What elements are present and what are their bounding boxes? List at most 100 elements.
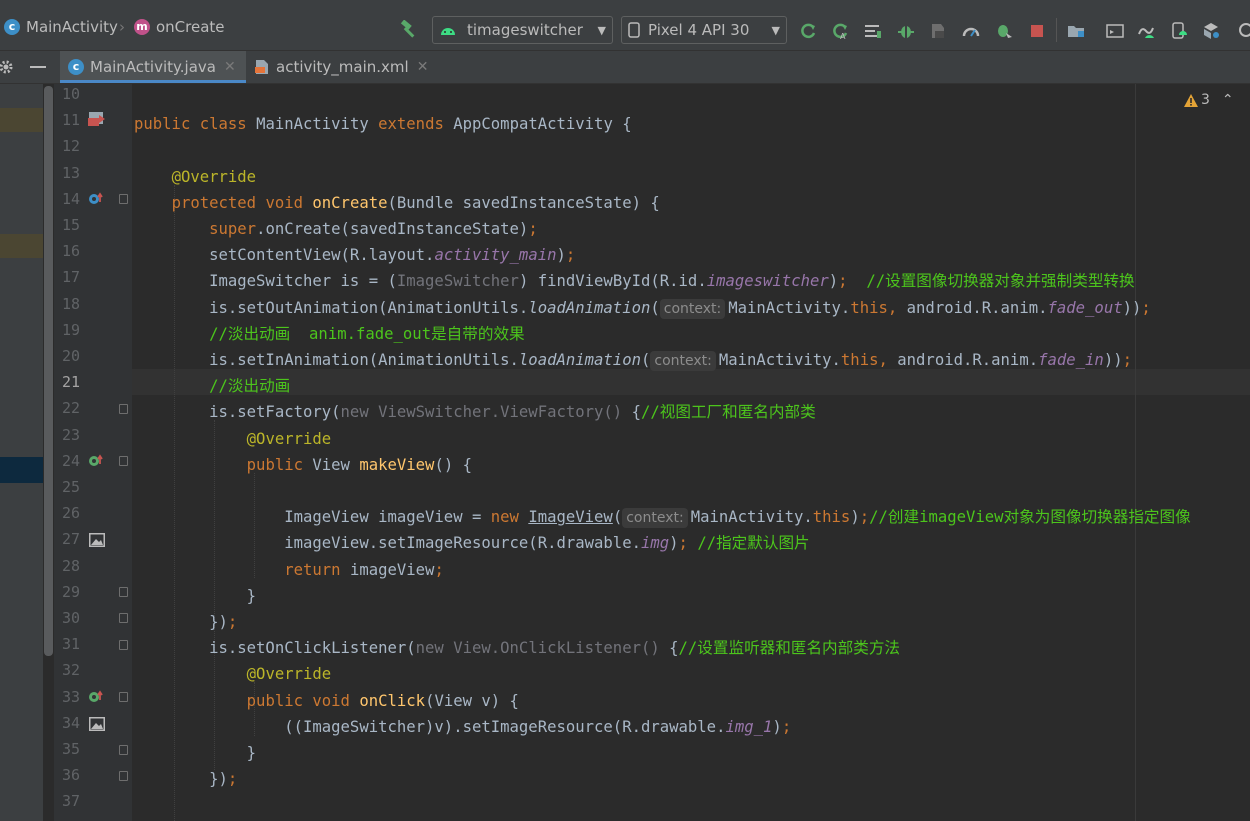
code-token: { — [631, 403, 641, 422]
gear-icon[interactable] — [0, 59, 14, 75]
fold-marker[interactable] — [119, 456, 128, 466]
chevron-up-icon[interactable]: ⌃ — [1222, 92, 1234, 108]
code-token: MainActivity — [256, 115, 379, 134]
code-line: @Override — [134, 164, 257, 190]
code-line: ((ImageSwitcher)v).setImageResource(R.dr… — [134, 714, 791, 740]
panel-scrollbar-thumb[interactable] — [44, 86, 53, 656]
image-resource-icon[interactable] — [88, 532, 106, 548]
code-line: @Override — [134, 661, 332, 687]
code-line: super.onCreate(savedInstanceState); — [134, 216, 538, 242]
debug-icon[interactable] — [897, 22, 915, 40]
stop-icon[interactable] — [1028, 22, 1046, 40]
attach-debugger-icon[interactable] — [995, 22, 1013, 40]
line-number: 27 — [61, 530, 80, 549]
code-token: ) — [850, 508, 860, 527]
code-line: } — [134, 583, 256, 609]
code-token: } — [134, 744, 257, 762]
avd-manager-icon[interactable] — [1106, 22, 1124, 40]
code-token: imageView.setImageResource(R.drawable. — [134, 534, 641, 553]
code-token: new ViewSwitcher.ViewFactory() — [340, 403, 632, 422]
code-comment: //淡出动画 anim.fade_out是自带的效果 — [209, 324, 525, 343]
code-line: }); — [134, 766, 237, 792]
warning-icon — [1184, 93, 1198, 107]
code-token: AppCompatActivity { — [453, 115, 632, 134]
device-manager-icon[interactable] — [1170, 22, 1188, 40]
breadcrumb-class[interactable]: c MainActivity — [4, 15, 118, 39]
code-token: ; — [678, 534, 698, 553]
code-token: android.R.anim. — [897, 351, 1039, 369]
code-token: @Override — [246, 429, 332, 448]
code-token: )) — [1122, 298, 1142, 317]
code-line: imageView.setImageResource(R.drawable.im… — [134, 530, 809, 556]
code-comment: //淡出动画 — [209, 377, 291, 396]
code-token: extends — [378, 115, 454, 134]
apply-changes-icon[interactable] — [799, 22, 817, 40]
run-configuration-select[interactable]: timageswitcher ▼ — [432, 16, 613, 44]
line-number: 21 — [61, 373, 80, 392]
image-resource-icon[interactable] — [88, 716, 106, 732]
close-icon[interactable]: ✕ — [224, 59, 236, 75]
code-token: ; — [781, 717, 792, 736]
code-comment: //视图工厂和匿名内部类 — [640, 403, 816, 422]
run-class-icon[interactable] — [88, 111, 106, 127]
fold-marker[interactable] — [119, 194, 128, 204]
minimize-icon[interactable] — [30, 66, 46, 68]
code-line: protected void onCreate(Bundle savedInst… — [134, 190, 660, 216]
code-token: ImageSwitcher is = ( — [134, 272, 397, 291]
tab-activity-main-xml[interactable]: activity_main.xml ✕ — [248, 51, 438, 83]
override-method-icon[interactable] — [88, 191, 106, 207]
close-icon[interactable]: ✕ — [417, 59, 429, 75]
code-token: imageswitcher — [706, 272, 829, 291]
code-token: }) — [134, 613, 228, 631]
implement-method-icon[interactable] — [88, 453, 106, 469]
line-number: 32 — [61, 661, 80, 680]
code-comment: //创建imageView对象为图像切换器指定图像 — [869, 508, 1191, 527]
layout-inspector-icon[interactable] — [1202, 22, 1220, 40]
code-comment: //设置监听器和匿名内部类方法 — [678, 639, 901, 658]
class-icon: c — [4, 19, 20, 35]
static-method: loadAnimation — [518, 351, 641, 369]
search-icon[interactable] — [1238, 22, 1250, 40]
line-number: 23 — [61, 425, 80, 444]
code-token: ImageView imageView = — [134, 508, 491, 527]
fold-marker[interactable] — [119, 692, 128, 702]
code-editor[interactable]: public class MainActivity extends AppCom… — [132, 84, 1250, 821]
chevron-down-icon: ▼ — [597, 23, 606, 37]
implement-method-icon[interactable] — [88, 689, 106, 705]
fold-marker[interactable] — [119, 587, 128, 597]
sdk-manager-icon[interactable] — [1137, 22, 1155, 40]
tab-mainactivity-java[interactable]: c MainActivity.java ✕ — [60, 51, 246, 83]
fold-marker[interactable] — [119, 404, 128, 414]
fold-marker[interactable] — [119, 771, 128, 781]
code-token: { — [669, 639, 679, 658]
code-token: ; — [434, 560, 444, 579]
logcat-icon[interactable] — [864, 22, 882, 40]
navigation-toolbar: c MainActivity › m onCreate timageswitch… — [0, 4, 1250, 51]
line-number: 13 — [61, 163, 80, 182]
code-line: public void onClick(View v) { — [134, 688, 519, 714]
code-token: @Override — [171, 167, 257, 186]
breadcrumb-method[interactable]: m onCreate — [134, 15, 225, 39]
code-line: is.setOutAnimation(AnimationUtils.loadAn… — [134, 295, 1151, 321]
fold-marker[interactable] — [119, 640, 128, 650]
inspection-widget[interactable]: 3 ⌃ — [1184, 92, 1234, 108]
code-line: //淡出动画 anim.fade_out是自带的效果 — [134, 321, 525, 347]
profiler-icon[interactable] — [962, 22, 980, 40]
warning-count: 3 — [1201, 92, 1210, 108]
project-structure-icon[interactable] — [1067, 22, 1085, 40]
code-line: }); — [134, 609, 237, 635]
fold-marker[interactable] — [119, 745, 128, 755]
apply-code-changes-icon[interactable]: A — [831, 22, 849, 40]
method-icon: m — [134, 19, 150, 35]
parameter-hint: context: — [650, 351, 716, 371]
device-select[interactable]: Pixel 4 API 30 ▼ — [621, 16, 787, 44]
fold-marker[interactable] — [119, 613, 128, 623]
hammer-icon[interactable] — [398, 20, 418, 40]
code-token: makeView — [359, 455, 435, 474]
coverage-icon[interactable] — [929, 22, 947, 40]
code-token: fade_in — [1038, 351, 1104, 369]
line-number: 11 — [61, 111, 80, 130]
code-token: ) — [828, 272, 839, 291]
code-token: ; — [838, 272, 867, 291]
